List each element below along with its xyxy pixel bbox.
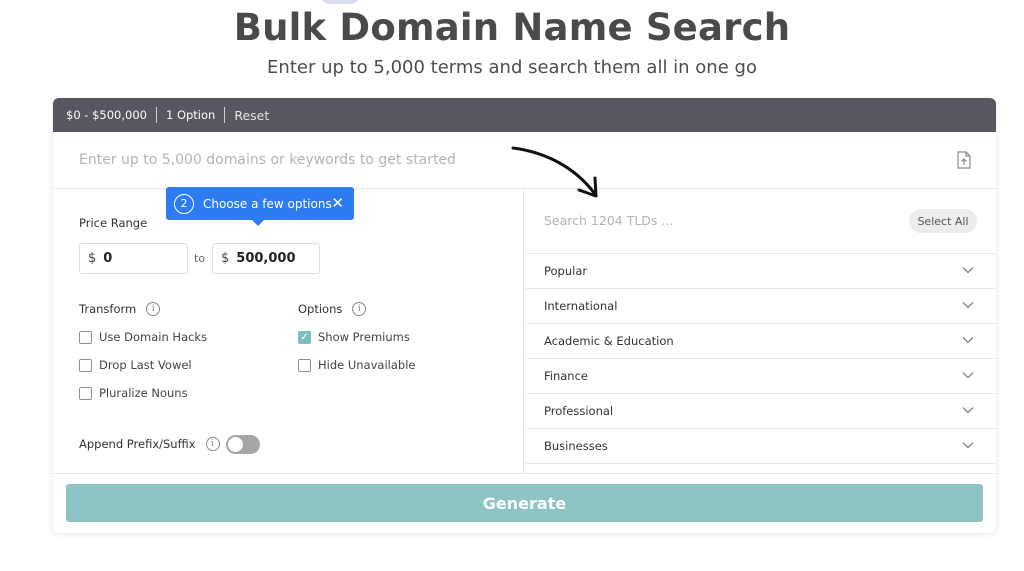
tld-category-row[interactable]: Professional: [525, 394, 996, 429]
tld-category-label: Finance: [544, 369, 588, 383]
info-icon[interactable]: i: [352, 302, 367, 316]
checkmark-icon[interactable]: ✓: [298, 330, 311, 344]
append-label: Append Prefix/Suffix: [79, 437, 196, 451]
tld-category-label: Popular: [544, 264, 588, 278]
tld-category-label: Businesses: [544, 439, 608, 453]
price-range-label: Price Range: [79, 216, 148, 230]
page-subtitle: Enter up to 5,000 terms and search them …: [267, 57, 757, 78]
options-panel: Price Range $ 0 to $ 500,000 Transform i…: [53, 189, 524, 473]
checkbox-box[interactable]: [298, 358, 311, 372]
options-label: Options: [298, 302, 343, 316]
price-summary[interactable]: $0 - $500,000: [66, 108, 147, 122]
tooltip-text: Choose a few options: [203, 196, 332, 211]
onboarding-tooltip: 2 Choose a few options ✕: [166, 187, 354, 226]
tld-category-row[interactable]: Finance: [525, 359, 996, 394]
append-heading: Append Prefix/Suffix i: [79, 437, 220, 451]
keywords-input[interactable]: Enter up to 5,000 domains or keywords to…: [79, 152, 456, 168]
option-summary[interactable]: 1 Option: [166, 108, 215, 122]
append-prefix-suffix-toggle[interactable]: [226, 435, 260, 454]
info-icon[interactable]: i: [146, 302, 161, 316]
checkbox-hide-unavailable[interactable]: Hide Unavailable: [298, 358, 416, 372]
page-title: Bulk Domain Name Search: [233, 6, 791, 49]
tld-category-row[interactable]: Businesses: [525, 429, 996, 464]
chevron-down-icon[interactable]: [962, 406, 974, 414]
transform-heading: Transform i: [79, 302, 161, 316]
checkbox-label: Use Domain Hacks: [99, 330, 208, 344]
checkbox-drop-last-vowel[interactable]: Drop Last Vowel: [79, 358, 192, 372]
price-max-value: 500,000: [236, 251, 296, 266]
chevron-down-icon[interactable]: [962, 441, 974, 449]
info-icon[interactable]: i: [205, 437, 220, 451]
price-min-input[interactable]: $ 0: [79, 243, 188, 274]
tld-panel: Search 1204 TLDs ... Select All Popular I…: [525, 189, 996, 473]
checkbox-label: Pluralize Nouns: [99, 386, 188, 400]
divider: [155, 107, 157, 123]
chevron-down-icon[interactable]: [962, 371, 974, 379]
checkbox-show-premiums[interactable]: ✓ Show Premiums: [298, 330, 410, 344]
checkbox-box[interactable]: [79, 358, 92, 372]
checkbox-use-domain-hacks[interactable]: Use Domain Hacks: [79, 330, 207, 344]
chevron-down-icon[interactable]: [962, 336, 974, 344]
price-min-value: 0: [103, 251, 113, 266]
price-max-input[interactable]: $ 500,000: [212, 243, 320, 274]
transform-label: Transform: [79, 302, 137, 316]
currency-symbol: $: [88, 251, 97, 266]
step-number: 2: [174, 193, 194, 214]
tld-category-row[interactable]: Popular: [525, 254, 996, 289]
checkbox-label: Show Premiums: [318, 330, 410, 344]
toggle-knob: [228, 437, 243, 452]
reset-button[interactable]: Reset: [234, 108, 269, 123]
price-to-label: to: [194, 252, 206, 265]
decorative-blob: [320, 0, 360, 4]
checkbox-label: Drop Last Vowel: [99, 358, 192, 372]
tld-category-label: Academic & Education: [544, 334, 674, 348]
upload-file-icon[interactable]: [956, 151, 972, 169]
select-all-button[interactable]: Select All: [909, 209, 977, 233]
chevron-down-icon[interactable]: [962, 301, 974, 309]
hand-drawn-arrow-icon: [511, 146, 598, 198]
tld-category-row[interactable]: Academic & Education: [525, 324, 996, 359]
close-icon[interactable]: ✕: [331, 194, 344, 212]
tld-category-row[interactable]: International: [525, 289, 996, 324]
filter-summary-bar: $0 - $500,000 1 Option Reset: [53, 98, 996, 132]
generate-button[interactable]: Generate: [66, 484, 983, 522]
tooltip-pointer: [252, 220, 264, 226]
tld-category-label: Professional: [544, 404, 614, 418]
tld-category-label: International: [544, 299, 618, 313]
options-heading: Options i: [298, 302, 367, 316]
divider: [224, 107, 226, 123]
currency-symbol: $: [221, 251, 230, 266]
checkbox-pluralize-nouns[interactable]: Pluralize Nouns: [79, 386, 188, 400]
checkbox-box[interactable]: [79, 386, 92, 400]
divider: [53, 473, 996, 474]
tld-category-list: Popular International Academic & Education…: [525, 254, 996, 464]
checkbox-box[interactable]: [79, 330, 92, 344]
chevron-down-icon[interactable]: [962, 266, 974, 274]
tld-search-input[interactable]: Search 1204 TLDs ...: [544, 213, 673, 228]
checkbox-label: Hide Unavailable: [318, 358, 416, 372]
